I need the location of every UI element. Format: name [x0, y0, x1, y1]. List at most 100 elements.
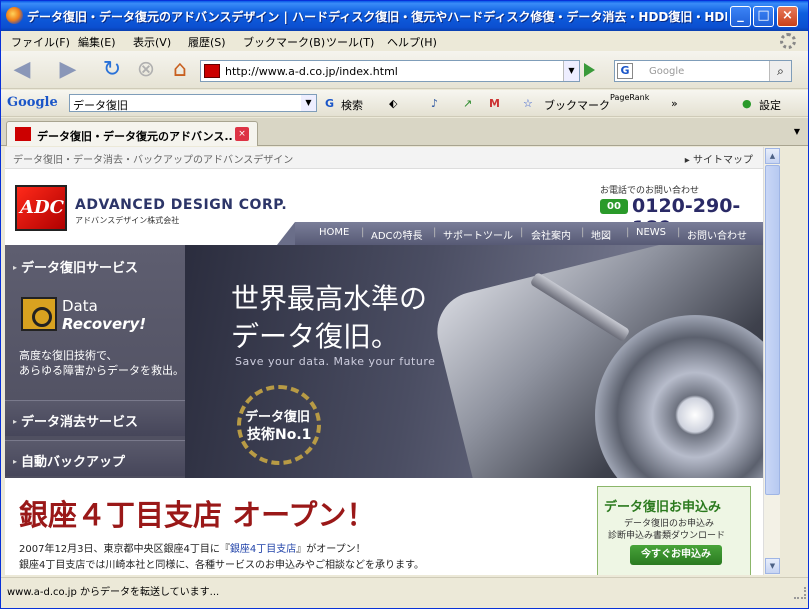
data-erase-service-link[interactable]: データ消去サービス: [5, 400, 185, 436]
nav-contact[interactable]: お問い合わせ: [687, 227, 747, 242]
news-line-1: 2007年12月3日、東京都中央区銀座4丁目に『銀座4丁目支店』がオープン！: [19, 544, 366, 555]
data-recovery-title-2: Recovery!: [62, 315, 147, 333]
menu-help[interactable]: ヘルプ(H): [387, 34, 437, 50]
tab-close-icon[interactable]: ×: [235, 127, 249, 141]
nav-company[interactable]: 会社案内: [531, 227, 571, 242]
title-bar: データ復旧・データ復元のアドバンスデザイン | ハードディスク復旧・復元やハード…: [1, 1, 808, 31]
menu-history[interactable]: 履歴(S): [188, 34, 226, 50]
status-text: www.a-d.co.jp からデータを転送しています...: [7, 587, 220, 598]
menu-tools[interactable]: ツール(T): [326, 34, 374, 50]
auto-backup-link[interactable]: 自動バックアップ: [5, 440, 185, 476]
nav-features[interactable]: ADCの特長: [371, 227, 423, 242]
scroll-thumb[interactable]: [765, 165, 780, 495]
google-toolbar: Google データ復旧 ▼ G 検索 ⬖ ♪ ↗ M ☆ ブックマーク Pag…: [1, 90, 808, 117]
tab-label: データ復旧・データ復元のアドバンス...: [37, 130, 233, 143]
search-box[interactable]: G Google ⌕: [614, 60, 792, 82]
hero-heading-2: データ復旧。: [231, 320, 400, 353]
highlight-icon[interactable]: ⬖: [389, 97, 397, 110]
hero-badge-1: データ復旧: [245, 410, 311, 425]
site-favicon: [204, 64, 220, 78]
freedial-icon: 00: [600, 199, 628, 214]
service-sidebar: データ復旧サービス Data Recovery! 高度な復旧技術で、 あらゆる障…: [5, 245, 185, 478]
home-icon[interactable]: ⌂: [165, 57, 195, 83]
settings-status-icon: ●: [742, 97, 752, 110]
google-query-input[interactable]: データ復旧 ▼: [69, 94, 317, 112]
data-recovery-desc-2: あらゆる障害からデータを救出。: [19, 364, 184, 377]
window-title: データ復旧・データ復元のアドバンスデザイン | ハードディスク復旧・復元やハード…: [27, 10, 727, 24]
tab-bar: データ復旧・データ復元のアドバンス... × ▼: [1, 118, 808, 146]
browser-window: データ復旧・データ復元のアドバンスデザイン | ハードディスク復旧・復元やハード…: [0, 0, 809, 609]
ginza-branch-link[interactable]: 銀座4丁目支店: [230, 544, 296, 555]
menu-view[interactable]: 表示(V): [133, 34, 171, 50]
search-placeholder: Google: [649, 66, 685, 77]
menu-file[interactable]: ファイル(F): [11, 34, 70, 50]
breadcrumb: データ復旧・データ消去・バックアップのアドバンスデザイン: [13, 155, 294, 166]
navigation-toolbar: ◀ ▶ ↻ ⊗ ⌂ http://www.a-d.co.jp/index.htm…: [1, 51, 808, 89]
hero-banner: 世界最高水準の データ復旧。 Save your data. Make your…: [185, 245, 763, 478]
scroll-down-icon[interactable]: ▼: [765, 558, 780, 574]
search-icon[interactable]: ⌕: [769, 61, 791, 81]
url-bar[interactable]: http://www.a-d.co.jp/index.html ▼: [200, 60, 580, 82]
close-button[interactable]: ×: [777, 6, 798, 27]
hero-subtitle: Save your data. Make your future: [235, 355, 436, 368]
back-icon[interactable]: ◀: [7, 57, 37, 83]
tab-active[interactable]: データ復旧・データ復元のアドバンス... ×: [6, 121, 258, 146]
data-recovery-title-1: Data: [62, 297, 98, 315]
reload-icon[interactable]: ↻: [97, 57, 127, 83]
nav-map[interactable]: 地図: [591, 227, 611, 242]
corp-name-jp: アドバンスデザイン株式会社: [75, 216, 180, 225]
send-icon[interactable]: ↗: [463, 97, 472, 110]
firefox-icon: [6, 7, 23, 24]
nav-news[interactable]: NEWS: [636, 227, 666, 238]
google-search-button[interactable]: 検索: [341, 97, 363, 113]
apply-panel: データ復旧お申込み データ復旧のお申込み 診断申込み書類ダウンロード 今すぐお申…: [597, 486, 751, 575]
nav-home[interactable]: HOME: [319, 227, 349, 238]
apply-now-button[interactable]: 今すぐお申込み: [630, 545, 722, 565]
page-topline: データ復旧・データ消去・バックアップのアドバンスデザイン ▸ サイトマップ: [5, 147, 763, 169]
settings-menu[interactable]: 設定: [759, 97, 781, 113]
forward-icon[interactable]: ▶: [53, 57, 83, 83]
news-title: 銀座４丁目支店 オープン！: [19, 498, 376, 532]
scroll-up-icon[interactable]: ▲: [765, 148, 780, 164]
google-logo: Google: [7, 95, 58, 110]
nav-support-tools[interactable]: サポートツール: [443, 227, 513, 242]
status-bar: www.a-d.co.jp からデータを転送しています...: [1, 577, 808, 601]
data-recovery-desc-1: 高度な復旧技術で、: [19, 349, 118, 362]
url-dropdown-icon[interactable]: ▼: [563, 61, 579, 81]
data-recovery-service-link[interactable]: データ復旧サービス: [13, 257, 138, 276]
data-recovery-icon: [21, 297, 57, 331]
bookmark-star-icon[interactable]: ☆: [523, 97, 533, 110]
menu-bar: ファイル(F) 編集(E) 表示(V) 履歴(S) ブックマーク(B) ツール(…: [1, 31, 808, 51]
go-icon[interactable]: [584, 63, 595, 77]
hero-badge-2: 技術No.1: [247, 427, 312, 443]
menu-edit[interactable]: 編集(E): [78, 34, 116, 50]
url-text: http://www.a-d.co.jp/index.html: [225, 65, 398, 78]
global-nav: HOME | ADCの特長 | サポートツール | 会社案内 | 地図 | NE…: [277, 222, 763, 245]
menu-bookmarks[interactable]: ブックマーク(B): [243, 34, 325, 50]
sitemap-link[interactable]: ▸ サイトマップ: [685, 151, 753, 166]
gmail-icon[interactable]: M: [489, 97, 500, 110]
toolbar-g-icon[interactable]: ♪: [431, 97, 438, 110]
apply-title: データ復旧お申込み: [604, 500, 722, 515]
tab-favicon: [15, 127, 31, 141]
minimize-button[interactable]: _: [730, 6, 751, 27]
query-dropdown-icon[interactable]: ▼: [301, 95, 316, 111]
apply-sub-2: 診断申込み書類ダウンロード: [608, 531, 726, 541]
more-chevron-icon[interactable]: »: [671, 97, 678, 110]
google-g-icon[interactable]: G: [325, 97, 334, 110]
page-viewport: データ復旧・データ消去・バックアップのアドバンスデザイン ▸ サイトマップ AD…: [5, 147, 763, 575]
tab-list-icon[interactable]: ▼: [794, 127, 800, 136]
hero-heading-1: 世界最高水準の: [231, 282, 428, 315]
google-query-text: データ復旧: [73, 99, 128, 112]
maximize-button[interactable]: □: [753, 6, 774, 27]
throbber-icon: [780, 33, 796, 49]
vertical-scrollbar[interactable]: ▲ ▼: [763, 147, 780, 575]
bookmarks-menu[interactable]: ブックマーク: [544, 97, 610, 113]
news-line-2: 銀座4丁目支店では川崎本社と同様に、各種サービスのお申込みやご相談などを承ります…: [19, 560, 425, 571]
resize-grip[interactable]: [794, 587, 806, 599]
pagerank-label: PageRank: [610, 93, 650, 102]
search-engine-icon[interactable]: G: [617, 63, 633, 79]
corp-name: ADVANCED DESIGN CORP.: [75, 197, 288, 213]
stop-icon[interactable]: ⊗: [131, 57, 161, 83]
adc-logo[interactable]: ADC: [15, 185, 67, 231]
